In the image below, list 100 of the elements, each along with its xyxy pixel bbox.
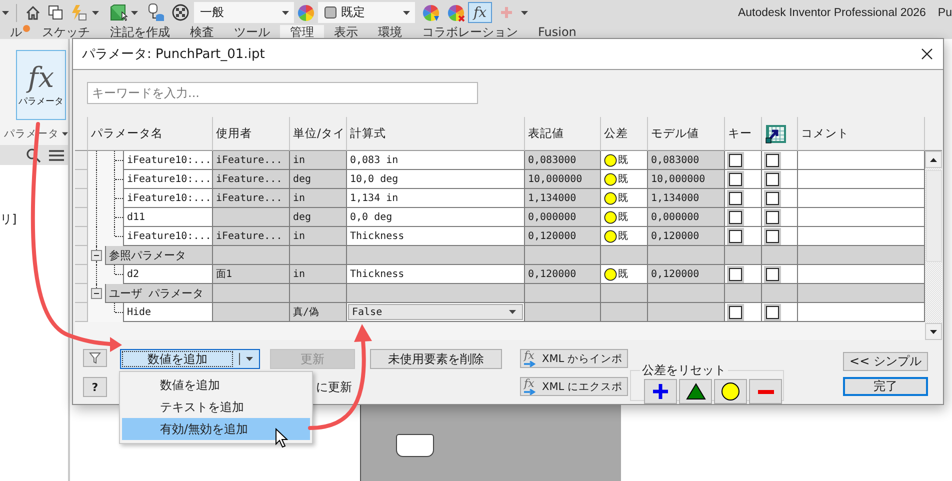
- menu-item[interactable]: 有効/無効を追加: [122, 418, 310, 440]
- checkbox[interactable]: [766, 172, 779, 186]
- ribbon-tab[interactable]: 表示: [324, 25, 368, 39]
- checkbox[interactable]: [729, 268, 742, 280]
- column-header[interactable]: キー: [725, 117, 762, 151]
- circle-icon[interactable]: [604, 172, 617, 186]
- tolerance-value: 既: [618, 154, 628, 167]
- table-cell: iFeature...: [213, 170, 290, 189]
- table-cell: 10,000000: [525, 170, 601, 189]
- column-header[interactable]: 使用者: [213, 117, 290, 151]
- menu-icon[interactable]: [49, 148, 64, 162]
- database-icon[interactable]: [148, 3, 165, 22]
- tolerance-button[interactable]: [679, 379, 712, 404]
- caret-icon[interactable]: [62, 132, 68, 136]
- checkbox[interactable]: [729, 172, 742, 186]
- circle-icon[interactable]: [604, 210, 617, 224]
- column-header[interactable]: [762, 117, 798, 151]
- scroll-thumb[interactable]: [926, 170, 942, 262]
- collapse-toggle[interactable]: [91, 288, 102, 299]
- group-label-cell: ユーザ パラメータ: [105, 284, 213, 303]
- color-wheel-icon[interactable]: [447, 4, 465, 22]
- close-icon[interactable]: [921, 48, 933, 60]
- menu-item[interactable]: テキストを追加: [122, 396, 310, 418]
- export-button[interactable]: fx XML にエクスポ: [520, 377, 628, 396]
- ribbon-tab[interactable]: スケッチ: [32, 25, 100, 39]
- menu-item[interactable]: 数値を追加: [122, 374, 310, 396]
- caret-icon[interactable]: [246, 357, 253, 361]
- import-button[interactable]: fx XML からインポ: [520, 349, 628, 368]
- caret-icon[interactable]: [2, 10, 9, 14]
- checkered-sphere-icon[interactable]: [172, 4, 189, 21]
- caret-icon[interactable]: [521, 10, 528, 14]
- window-icon[interactable]: [48, 5, 63, 20]
- column-header[interactable]: パラメータ名: [88, 117, 213, 151]
- ribbon-tab[interactable]: 管理: [280, 25, 324, 39]
- checkbox[interactable]: [729, 210, 742, 224]
- table-cell: deg: [290, 208, 347, 227]
- checkbox[interactable]: [766, 192, 779, 204]
- ribbon-tab[interactable]: コラボレーション: [412, 25, 528, 39]
- column-header[interactable]: 計算式: [347, 117, 525, 151]
- simple-button[interactable]: << シンプル: [843, 352, 928, 371]
- purge-button[interactable]: 未使用要素を削除: [370, 349, 502, 369]
- tolerance-button[interactable]: [714, 379, 747, 404]
- caret-icon[interactable]: [131, 10, 138, 14]
- checkbox[interactable]: [766, 230, 779, 242]
- column-header[interactable]: 表記値: [525, 117, 601, 151]
- scroll-up-button[interactable]: [925, 151, 942, 168]
- checkbox[interactable]: [766, 306, 779, 318]
- mouse-pointer-icon: [275, 428, 288, 448]
- ribbon-tab[interactable]: ツール: [224, 25, 280, 39]
- checkbox[interactable]: [766, 210, 779, 224]
- table-cell: 0,083000: [648, 151, 725, 170]
- ribbon-tab[interactable]: Fusion: [528, 25, 586, 39]
- ribbon-tab[interactable]: 注記を作成: [100, 25, 180, 39]
- column-header[interactable]: 単位/タイ: [290, 117, 347, 151]
- column-header[interactable]: コメント: [798, 117, 925, 151]
- color-wheel-icon[interactable]: [422, 4, 440, 22]
- checkbox[interactable]: [729, 306, 742, 318]
- filter-button[interactable]: [83, 349, 107, 367]
- tolerance-button[interactable]: [644, 379, 677, 404]
- search-field[interactable]: キーワードを入力...: [87, 82, 478, 104]
- parameters-toggle[interactable]: fx: [468, 2, 492, 23]
- fx-icon: fx: [524, 378, 534, 388]
- plus-icon: [653, 384, 668, 399]
- parameters-button[interactable]: fx パラメータ: [16, 50, 66, 120]
- caret-icon[interactable]: [509, 310, 516, 314]
- done-button[interactable]: 完了: [843, 377, 928, 396]
- table-cell: [601, 303, 648, 322]
- circle-icon[interactable]: [604, 268, 617, 280]
- color-wheel-icon[interactable]: [297, 4, 315, 22]
- column-header[interactable]: モデル値: [648, 117, 725, 151]
- add-parameter-button[interactable]: 数値を追加: [120, 349, 260, 369]
- ribbon-tab[interactable]: 検査: [180, 25, 224, 39]
- table-cell: 1,134000: [648, 189, 725, 208]
- checkbox[interactable]: [766, 154, 779, 166]
- checkbox[interactable]: [766, 268, 779, 280]
- checkbox[interactable]: [729, 154, 742, 166]
- help-button[interactable]: ?: [83, 377, 107, 397]
- table-cell: iFeature...: [213, 189, 290, 208]
- home-icon[interactable]: [25, 4, 41, 20]
- column-header[interactable]: 公差: [601, 117, 648, 151]
- table-cell: 1,134 in: [347, 189, 525, 208]
- scroll-down-button[interactable]: [925, 323, 942, 340]
- circle-icon[interactable]: [604, 154, 617, 166]
- equation-dropdown[interactable]: False: [348, 304, 523, 320]
- ribbon-tab[interactable]: ル: [0, 25, 32, 39]
- lightning-icon[interactable]: [70, 4, 87, 21]
- collapse-toggle[interactable]: [91, 250, 102, 261]
- caret-icon[interactable]: [92, 10, 99, 14]
- minus-icon: [758, 390, 774, 394]
- checkbox[interactable]: [729, 230, 742, 242]
- parameter-name-cell: Hide: [123, 303, 213, 322]
- box-icon[interactable]: [110, 4, 128, 21]
- circle-icon[interactable]: [604, 230, 617, 242]
- checkbox[interactable]: [729, 192, 742, 204]
- table-cell: in: [290, 265, 347, 284]
- search-icon[interactable]: [26, 148, 41, 162]
- style-select[interactable]: 一般: [194, 2, 294, 23]
- ribbon-tab[interactable]: 環境: [368, 25, 412, 39]
- appearance-select[interactable]: 既定: [318, 2, 415, 23]
- circle-icon[interactable]: [604, 192, 617, 204]
